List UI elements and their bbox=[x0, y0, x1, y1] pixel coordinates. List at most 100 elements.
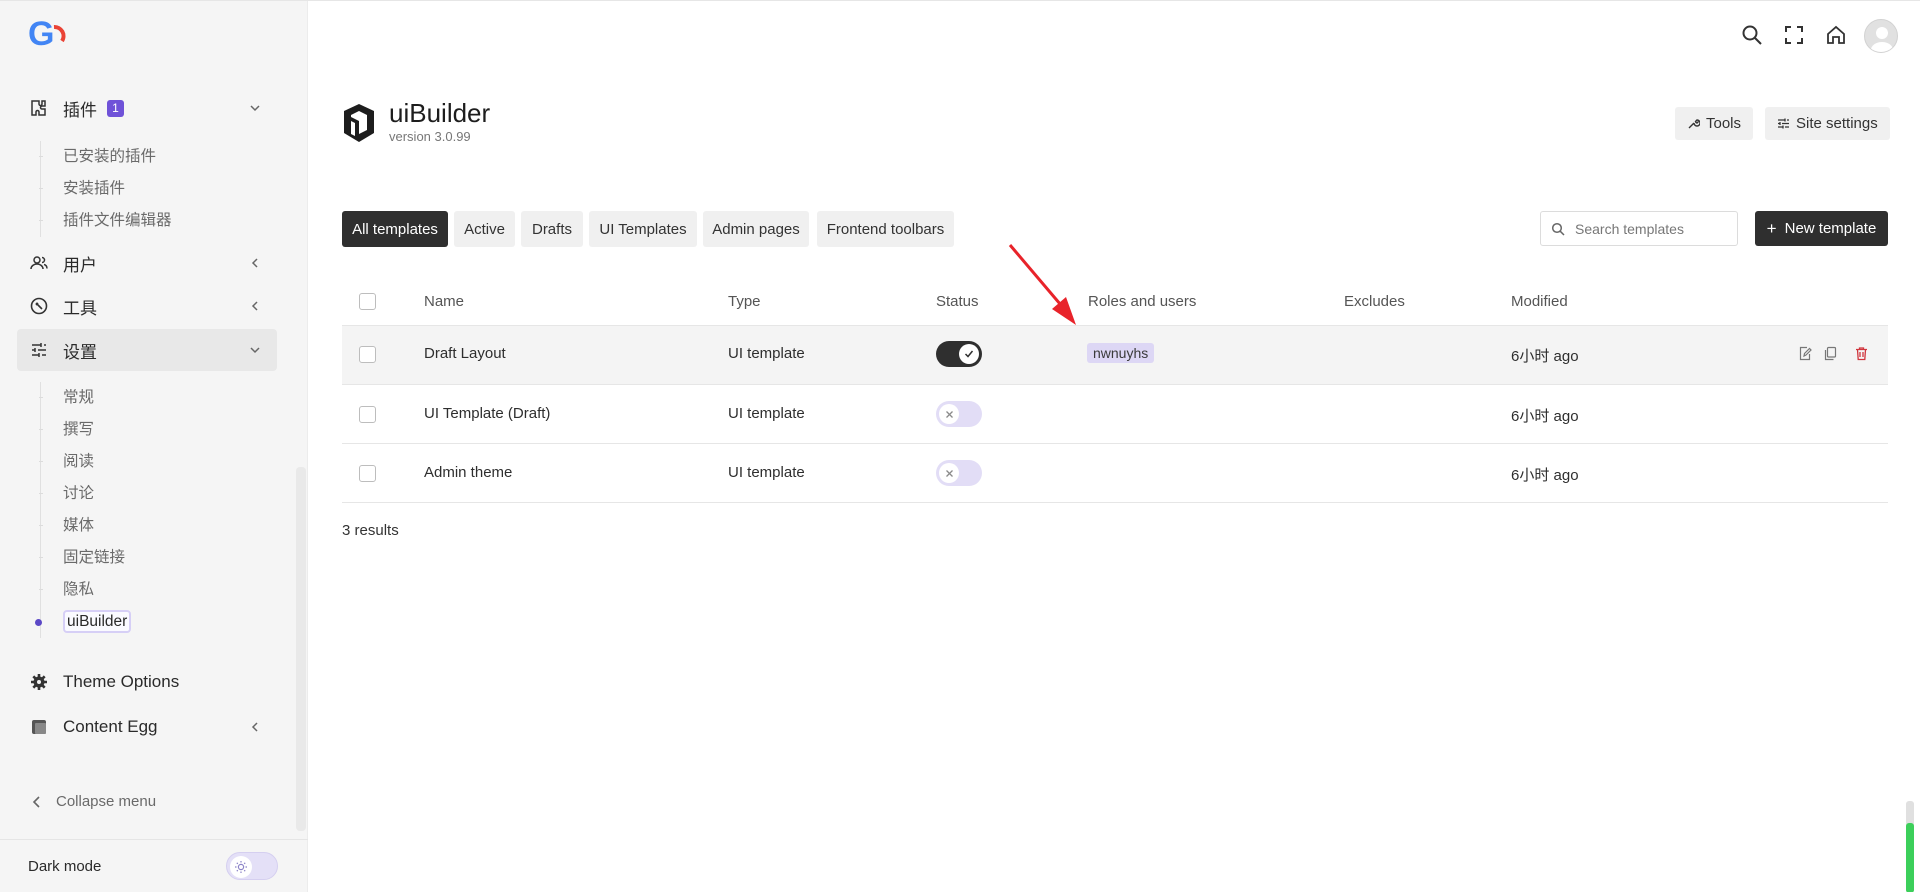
row-modified: 6小时 ago bbox=[1511, 467, 1579, 484]
menu-theme-options[interactable]: Theme Options bbox=[17, 661, 277, 703]
page-scrollbar[interactable] bbox=[1906, 801, 1914, 892]
col-header-name[interactable]: Name bbox=[424, 293, 464, 310]
chevron-down-icon bbox=[250, 105, 260, 112]
dark-mode-label: Dark mode bbox=[28, 858, 102, 875]
dark-mode-toggle[interactable] bbox=[226, 852, 278, 880]
table-row[interactable] bbox=[342, 444, 1888, 503]
tab-drafts[interactable]: Drafts bbox=[521, 211, 583, 247]
trash-icon[interactable] bbox=[1852, 344, 1870, 362]
col-header-status[interactable]: Status bbox=[936, 293, 979, 310]
menu-content-egg[interactable]: Content Egg bbox=[17, 706, 277, 748]
menu-tools[interactable]: 工具 bbox=[17, 285, 277, 327]
submenu-privacy[interactable]: 隐私 bbox=[39, 574, 131, 606]
menu-content-egg-label: Content Egg bbox=[63, 717, 158, 736]
page-title: uiBuilder bbox=[389, 98, 491, 128]
tab-ui-templates[interactable]: UI Templates bbox=[589, 211, 697, 247]
plugin-update-badge: 1 bbox=[107, 99, 124, 117]
tab-active[interactable]: Active bbox=[454, 211, 515, 247]
gear-icon bbox=[29, 672, 49, 692]
col-header-type[interactable]: Type bbox=[728, 293, 761, 310]
submenu-permalinks[interactable]: 固定链接 bbox=[39, 542, 131, 574]
chevron-left-icon bbox=[251, 301, 258, 311]
check-icon bbox=[959, 344, 979, 364]
edit-icon[interactable] bbox=[1796, 344, 1814, 362]
active-indicator-dot bbox=[35, 619, 42, 626]
avatar[interactable] bbox=[1864, 19, 1898, 53]
col-header-modified[interactable]: Modified bbox=[1511, 293, 1568, 310]
row-modified: 6小时 ago bbox=[1511, 348, 1579, 365]
search-templates-input[interactable] bbox=[1575, 220, 1725, 237]
col-header-roles[interactable]: Roles and users bbox=[1088, 293, 1196, 310]
submenu-discussion[interactable]: 讨论 bbox=[39, 478, 131, 510]
search-icon[interactable] bbox=[1740, 23, 1764, 47]
menu-plugins-label: 插件 bbox=[63, 100, 97, 120]
fullscreen-icon[interactable] bbox=[1782, 23, 1806, 47]
menu-users[interactable]: 用户 bbox=[17, 242, 277, 284]
close-icon bbox=[939, 463, 959, 483]
chevron-down-icon bbox=[250, 347, 260, 354]
site-settings-button[interactable]: Site settings bbox=[1765, 107, 1890, 140]
site-logo[interactable]: G bbox=[28, 15, 68, 51]
submenu-media[interactable]: 媒体 bbox=[39, 510, 131, 542]
row-name[interactable]: Draft Layout bbox=[424, 345, 506, 362]
menu-settings-label: 设置 bbox=[63, 342, 97, 362]
results-count: 3 results bbox=[342, 522, 399, 539]
sidebar-scrollbar[interactable] bbox=[296, 467, 306, 831]
select-all-checkbox[interactable] bbox=[359, 293, 376, 310]
chevron-left-icon bbox=[251, 722, 258, 732]
status-toggle[interactable] bbox=[936, 341, 982, 367]
role-tag: nwnuyhs bbox=[1087, 343, 1155, 363]
plus-icon: + bbox=[1766, 218, 1777, 238]
row-checkbox[interactable] bbox=[359, 346, 376, 363]
search-templates-box[interactable] bbox=[1540, 211, 1738, 246]
submenu-general[interactable]: 常规 bbox=[39, 382, 131, 414]
row-name[interactable]: Admin theme bbox=[424, 464, 512, 481]
status-toggle[interactable] bbox=[936, 460, 982, 486]
settings-submenu: 常规 撰写 阅读 讨论 媒体 固定链接 隐私 uiBuilder bbox=[35, 382, 132, 638]
menu-theme-options-label: Theme Options bbox=[63, 672, 180, 691]
chevron-left-icon bbox=[251, 258, 258, 268]
plugins-submenu: 已安装的插件 安装插件 插件文件编辑器 bbox=[39, 141, 172, 237]
row-type: UI template bbox=[728, 345, 805, 362]
row-name[interactable]: UI Template (Draft) bbox=[424, 405, 550, 422]
uibuilder-logo bbox=[344, 104, 374, 142]
new-template-button[interactable]: + New template bbox=[1755, 211, 1888, 246]
settings-sliders-icon bbox=[29, 340, 49, 360]
row-checkbox[interactable] bbox=[359, 465, 376, 482]
row-type: UI template bbox=[728, 405, 805, 422]
tab-all-templates[interactable]: All templates bbox=[342, 211, 448, 247]
row-checkbox[interactable] bbox=[359, 406, 376, 423]
submenu-uibuilder[interactable]: uiBuilder bbox=[35, 606, 132, 638]
duplicate-icon[interactable] bbox=[1821, 344, 1839, 362]
menu-settings[interactable]: 设置 bbox=[17, 329, 277, 371]
tools-button[interactable]: Tools bbox=[1675, 107, 1754, 140]
collapse-menu-button[interactable]: Collapse menu bbox=[30, 793, 156, 810]
collapse-menu-label: Collapse menu bbox=[56, 793, 157, 810]
menu-users-label: 用户 bbox=[63, 255, 97, 275]
tools-label: Tools bbox=[1706, 115, 1742, 132]
submenu-plugin-editor[interactable]: 插件文件编辑器 bbox=[39, 205, 172, 237]
submenu-installed-plugins[interactable]: 已安装的插件 bbox=[39, 141, 172, 173]
table-row[interactable] bbox=[342, 385, 1888, 444]
site-settings-label: Site settings bbox=[1796, 115, 1878, 132]
chevron-left-icon bbox=[32, 795, 40, 808]
sidebar: G 插件 1 已安装的插件 安装插件 插件文件编辑器 用户 工具 设置 常规 撰… bbox=[0, 1, 308, 892]
users-icon bbox=[29, 253, 49, 273]
settings-sliders-icon bbox=[1778, 118, 1789, 129]
col-header-excludes[interactable]: Excludes bbox=[1344, 293, 1405, 310]
status-toggle[interactable] bbox=[936, 401, 982, 427]
sun-icon bbox=[230, 856, 252, 878]
menu-tools-label: 工具 bbox=[63, 298, 97, 318]
new-template-label: New template bbox=[1784, 220, 1877, 237]
search-icon bbox=[1551, 222, 1565, 236]
submenu-writing[interactable]: 撰写 bbox=[39, 414, 131, 446]
menu-plugins[interactable]: 插件 1 bbox=[17, 87, 277, 129]
svg-text:G: G bbox=[28, 15, 54, 51]
submenu-reading[interactable]: 阅读 bbox=[39, 446, 131, 478]
tools-icon bbox=[29, 296, 49, 316]
submenu-add-plugins[interactable]: 安装插件 bbox=[39, 173, 172, 205]
home-icon[interactable] bbox=[1824, 23, 1848, 47]
close-icon bbox=[939, 404, 959, 424]
tab-admin-pages[interactable]: Admin pages bbox=[703, 211, 809, 247]
tab-frontend-toolbars[interactable]: Frontend toolbars bbox=[817, 211, 954, 247]
